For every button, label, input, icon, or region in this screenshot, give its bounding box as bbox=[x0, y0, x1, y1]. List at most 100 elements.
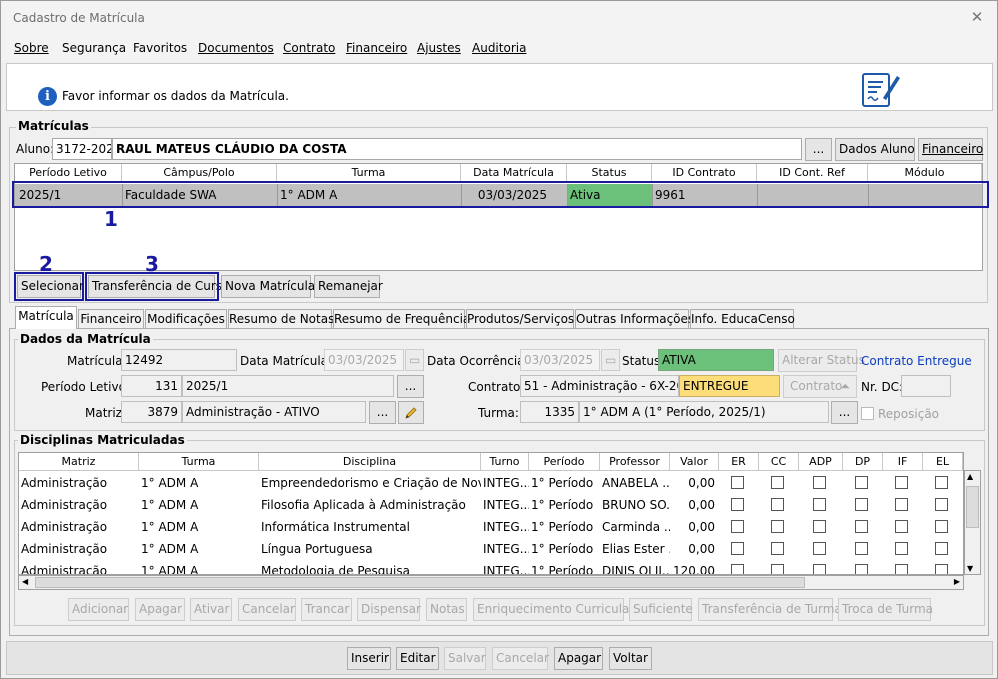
reposicao-checkbox[interactable] bbox=[861, 407, 874, 420]
status-field[interactable]: ATIVA bbox=[658, 349, 774, 371]
row-checkbox[interactable] bbox=[935, 520, 948, 533]
row-checkbox[interactable] bbox=[895, 520, 908, 533]
row-checkbox[interactable] bbox=[771, 498, 784, 511]
col-adp[interactable]: ADP bbox=[799, 453, 843, 471]
turma-code-field[interactable]: 1335 bbox=[520, 401, 579, 423]
row-checkbox[interactable] bbox=[935, 476, 948, 489]
turma-lookup-button[interactable]: ... bbox=[831, 401, 858, 424]
dados-aluno-button[interactable]: Dados Aluno bbox=[835, 138, 915, 161]
row-checkbox[interactable] bbox=[895, 498, 908, 511]
close-icon[interactable]: ✕ bbox=[967, 7, 987, 27]
calendar-icon[interactable]: ▭ bbox=[601, 349, 620, 371]
col-disciplina[interactable]: Disciplina bbox=[259, 453, 481, 471]
contrato-field[interactable]: 51 - Administração - 6X-2025 bbox=[520, 375, 679, 397]
tab-info-educacenso[interactable]: Info. EducaCenso bbox=[690, 309, 795, 328]
col-id-ref[interactable]: ID Cont. Ref bbox=[757, 164, 868, 182]
col-matriz[interactable]: Matriz bbox=[19, 453, 139, 471]
dispensar-button[interactable]: Dispensar bbox=[357, 598, 421, 621]
row-checkbox[interactable] bbox=[771, 476, 784, 489]
scroll-right-icon[interactable]: ▶ bbox=[954, 577, 960, 586]
col-turma[interactable]: Turma bbox=[139, 453, 259, 471]
table-row[interactable]: Administração 1° ADM A Língua Portuguesa IN… bbox=[19, 538, 963, 560]
row-checkbox[interactable] bbox=[813, 564, 826, 574]
row-checkbox[interactable] bbox=[813, 520, 826, 533]
menu-documentos[interactable]: Documentos bbox=[198, 41, 274, 55]
col-periodo[interactable]: Período Letivo bbox=[15, 164, 122, 182]
scroll-thumb[interactable] bbox=[966, 486, 979, 528]
col-turno[interactable]: Turno bbox=[481, 453, 529, 471]
aluno-code-field[interactable]: 3172-2024 bbox=[52, 138, 112, 160]
scroll-up-icon[interactable]: ▲ bbox=[967, 472, 973, 481]
trancar-button[interactable]: Trancar bbox=[301, 598, 352, 621]
voltar-button[interactable]: Voltar bbox=[609, 647, 652, 670]
financeiro-button[interactable]: Financeiro bbox=[918, 138, 983, 161]
menu-auditoria[interactable]: Auditoria bbox=[472, 41, 526, 55]
troca-turma-button[interactable]: Troca de Turma bbox=[838, 598, 933, 621]
col-cc[interactable]: CC bbox=[759, 453, 799, 471]
row-checkbox[interactable] bbox=[855, 564, 868, 574]
table-row[interactable]: Administração 1° ADM A Filosofia Aplicada … bbox=[19, 494, 963, 516]
row-checkbox[interactable] bbox=[935, 542, 948, 555]
col-er[interactable]: ER bbox=[719, 453, 759, 471]
contrato-status-field[interactable]: ENTREGUE bbox=[679, 375, 780, 397]
menu-sobre[interactable]: Sobre bbox=[14, 41, 49, 55]
periodo-field[interactable]: 2025/1 bbox=[182, 375, 394, 397]
aluno-lookup-button[interactable]: ... bbox=[805, 138, 832, 161]
col-dp[interactable]: DP bbox=[843, 453, 883, 471]
row-checkbox[interactable] bbox=[813, 542, 826, 555]
tab-modificacoes[interactable]: Modificações bbox=[145, 309, 227, 328]
row-checkbox[interactable] bbox=[731, 520, 744, 533]
col-status[interactable]: Status bbox=[567, 164, 652, 182]
matriz-code-field[interactable]: 3879 bbox=[121, 401, 182, 423]
cancelar-disciplina-button[interactable]: Cancelar bbox=[238, 598, 296, 621]
apagar-button[interactable]: Apagar bbox=[554, 647, 603, 670]
col-if[interactable]: IF bbox=[883, 453, 923, 471]
row-checkbox[interactable] bbox=[895, 476, 908, 489]
menu-financeiro[interactable]: Financeiro bbox=[346, 41, 407, 55]
tab-matricula[interactable]: Matrícula bbox=[15, 306, 77, 329]
row-checkbox[interactable] bbox=[935, 564, 948, 574]
tab-financeiro[interactable]: Financeiro bbox=[78, 309, 144, 328]
apagar-disciplina-button[interactable]: Apagar bbox=[135, 598, 185, 621]
menu-favoritos[interactable]: Favoritos bbox=[133, 41, 187, 55]
suficiente-button[interactable]: Suficiente bbox=[629, 598, 693, 621]
scroll-down-icon[interactable]: ▼ bbox=[967, 564, 973, 573]
contrato-entregue-link[interactable]: Contrato Entregue bbox=[861, 354, 972, 368]
horizontal-scrollbar[interactable]: ◀ ▶ bbox=[18, 575, 964, 590]
row-checkbox[interactable] bbox=[855, 476, 868, 489]
ativar-button[interactable]: Ativar bbox=[190, 598, 232, 621]
tab-resumo-frequencia[interactable]: Resumo de Frequência bbox=[333, 309, 470, 328]
inserir-button[interactable]: Inserir bbox=[347, 647, 391, 670]
calendar-icon[interactable]: ▭ bbox=[405, 349, 424, 371]
matriz-field[interactable]: Administração - ATIVO bbox=[182, 401, 366, 423]
transferencia-turma-button[interactable]: Transferência de Turma bbox=[698, 598, 842, 621]
row-checkbox[interactable] bbox=[771, 520, 784, 533]
scroll-thumb[interactable] bbox=[35, 577, 805, 588]
row-checkbox[interactable] bbox=[731, 542, 744, 555]
periodo-lookup-button[interactable]: ... bbox=[397, 375, 424, 398]
row-checkbox[interactable] bbox=[731, 498, 744, 511]
row-checkbox[interactable] bbox=[855, 498, 868, 511]
row-checkbox[interactable] bbox=[813, 498, 826, 511]
row-checkbox[interactable] bbox=[855, 542, 868, 555]
row-checkbox[interactable] bbox=[895, 542, 908, 555]
row-checkbox[interactable] bbox=[771, 564, 784, 574]
row-checkbox[interactable] bbox=[813, 476, 826, 489]
row-checkbox[interactable] bbox=[731, 476, 744, 489]
remanejar-button[interactable]: Remanejar bbox=[314, 275, 383, 298]
menu-seguranca[interactable]: Segurança bbox=[62, 41, 126, 55]
cancelar-button[interactable]: Cancelar bbox=[492, 647, 549, 670]
row-checkbox[interactable] bbox=[895, 564, 908, 574]
data-matricula-field[interactable]: 03/03/2025 bbox=[324, 349, 404, 371]
tab-resumo-notas[interactable]: Resumo de Notas bbox=[228, 309, 334, 328]
table-row[interactable]: Administração 1° ADM A Informática Instrum… bbox=[19, 516, 963, 538]
scroll-left-icon[interactable]: ◀ bbox=[22, 577, 28, 586]
notas-button[interactable]: Notas bbox=[426, 598, 467, 621]
col-valor[interactable]: Valor bbox=[670, 453, 719, 471]
col-campus[interactable]: Câmpus/Polo bbox=[122, 164, 277, 182]
nr-dc-field[interactable] bbox=[901, 375, 951, 397]
data-ocorrencia-field[interactable]: 03/03/2025 bbox=[520, 349, 600, 371]
editar-button[interactable]: Editar bbox=[396, 647, 439, 670]
salvar-button[interactable]: Salvar bbox=[444, 647, 486, 670]
table-row[interactable]: Administração 1° ADM A Metodologia de Pesq… bbox=[19, 560, 963, 574]
